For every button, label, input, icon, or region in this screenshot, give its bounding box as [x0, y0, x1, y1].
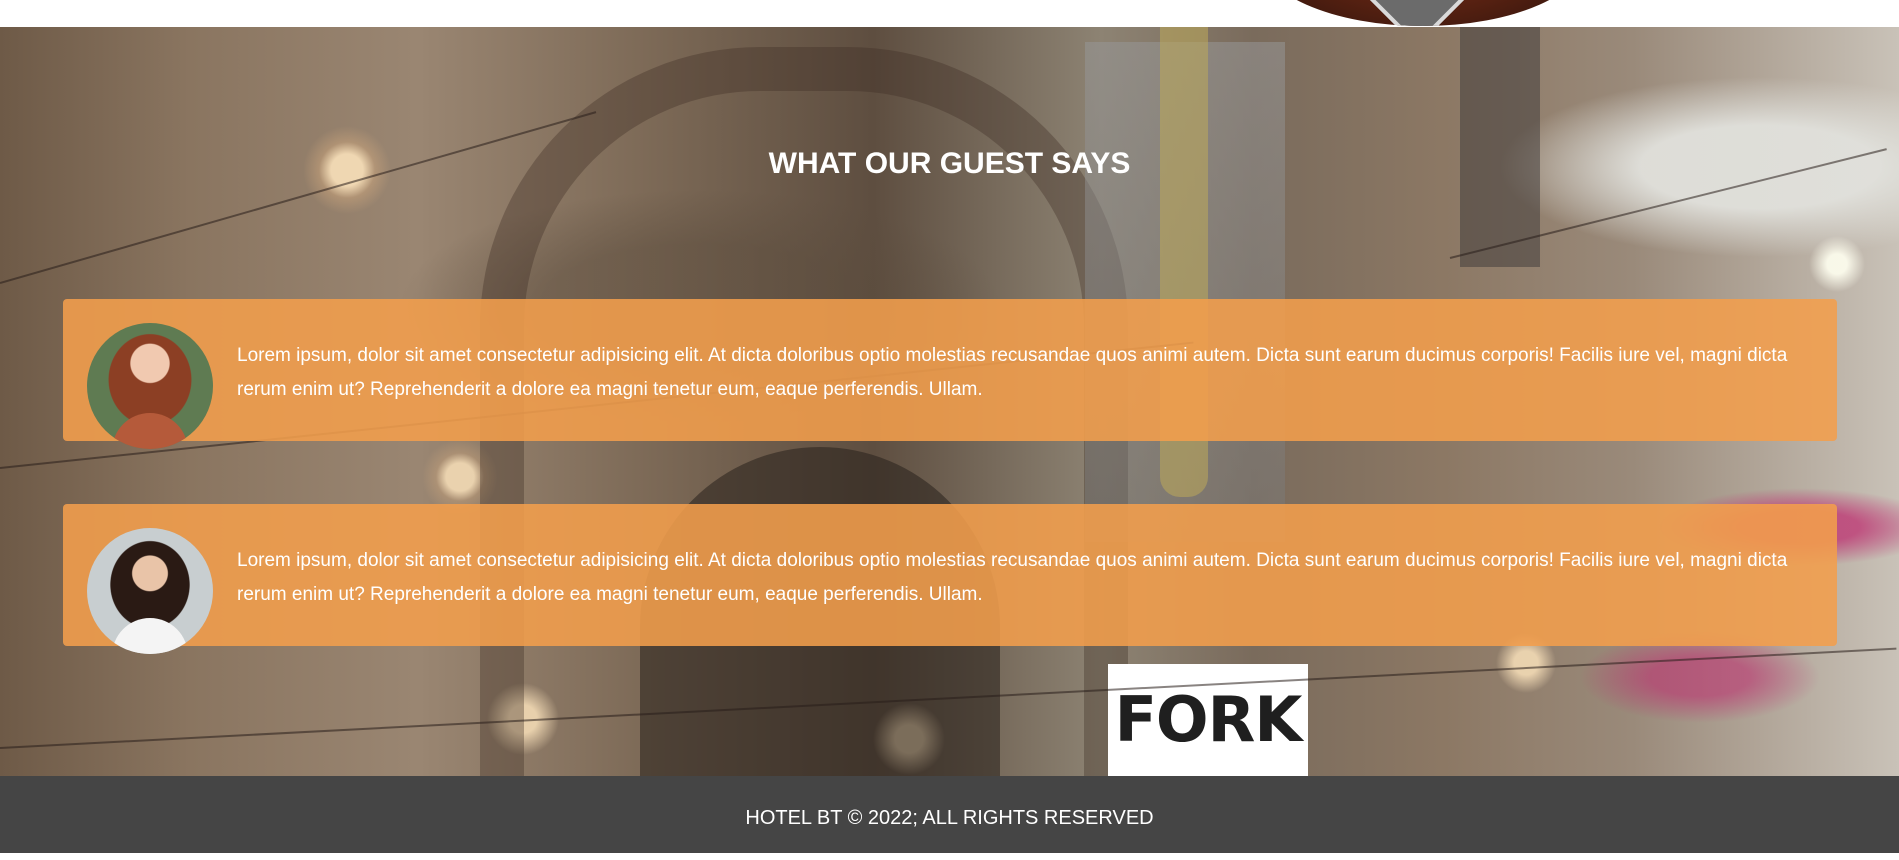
guest-avatar	[87, 528, 213, 654]
section-heading: WHAT OUR GUEST SAYS	[768, 147, 1131, 180]
testimonials-section: FORK WHAT OUR GUEST SAYS Lorem ipsum, do…	[0, 27, 1899, 776]
footer: HOTEL BT © 2022; ALL RIGHTS RESERVED	[0, 776, 1899, 853]
top-strip	[0, 0, 1899, 27]
diamond-shape	[1368, 0, 1466, 26]
guest-avatar	[87, 323, 213, 449]
footer-copyright: HOTEL BT © 2022; ALL RIGHTS RESERVED	[745, 807, 1154, 829]
top-decorative-image	[1258, 0, 1588, 26]
testimonial-text: Lorem ipsum, dolor sit amet consectetur …	[237, 345, 1788, 400]
testimonial-card: Lorem ipsum, dolor sit amet consectetur …	[63, 299, 1837, 449]
testimonial-card: Lorem ipsum, dolor sit amet consectetur …	[63, 504, 1837, 654]
testimonial-text: Lorem ipsum, dolor sit amet consectetur …	[237, 550, 1788, 605]
avatar-shoulders	[112, 413, 188, 449]
avatar-shoulders	[112, 618, 188, 654]
